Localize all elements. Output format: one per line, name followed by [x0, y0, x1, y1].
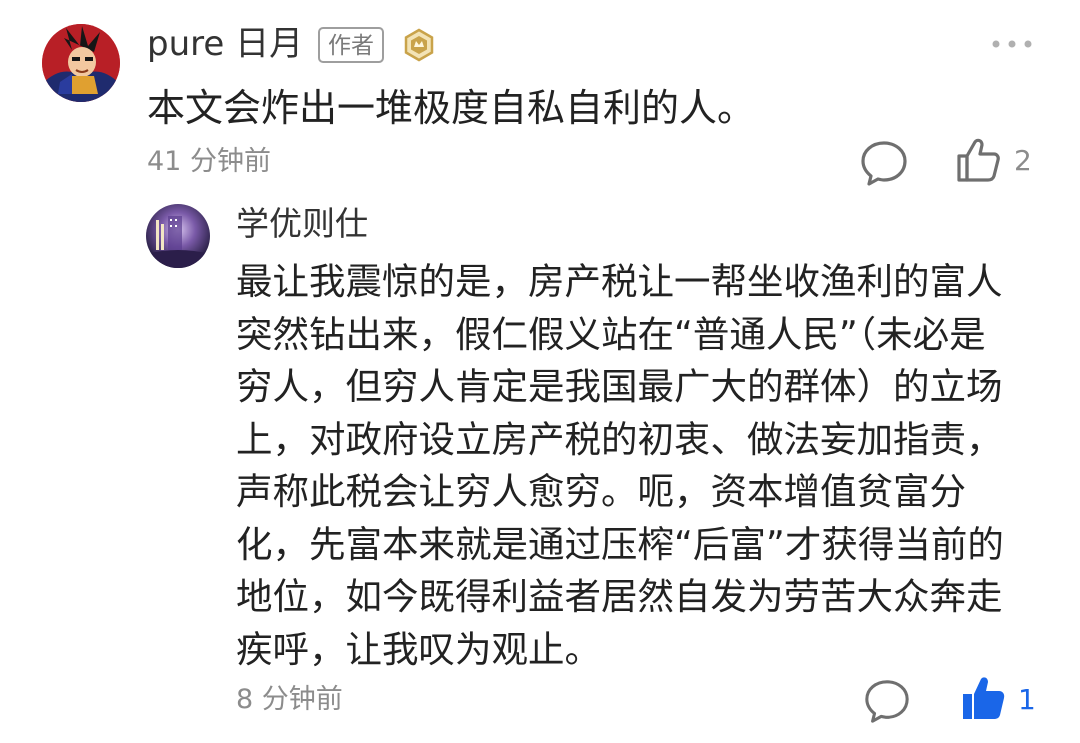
more-dots-icon[interactable] — [990, 36, 1034, 50]
comment-timestamp: 41 分钟前 — [147, 146, 271, 177]
thumbs-up-filled-icon[interactable] — [960, 674, 1006, 722]
reply-avatar[interactable] — [146, 204, 210, 268]
reply-text-line: 突然钻出来，假仁假义站在“普通人民”（未必是 — [236, 312, 986, 356]
comment-author-name[interactable]: pure 日月 — [147, 22, 303, 66]
reply-text: 最让我震惊的是，房产税让一帮坐收渔利的富人 突然钻出来，假仁假义站在“普通人民”… — [236, 256, 1036, 676]
avatar[interactable] — [42, 24, 120, 102]
reply-text-line: 化，先富本来就是通过压榨“后富”才获得当前的 — [236, 522, 1004, 566]
reply-text-line: 地位，如今既得利益者居然自发为劳苦大众奔走 — [236, 575, 1003, 618]
comment-thread: pure 日月 作者 本文会炸出一堆极度自私自利的人。 41 分钟前 2 学优则… — [0, 0, 1080, 743]
reply-timestamp: 8 分钟前 — [236, 684, 343, 715]
reply-text-line: 上，对政府设立房产税的初衷、做法妄加指责， — [236, 417, 1003, 461]
comment-bubble-icon[interactable] — [862, 677, 912, 725]
reply-author-name[interactable]: 学优则仕 — [236, 202, 368, 246]
comment-bubble-icon[interactable] — [858, 138, 910, 188]
like-count: 1 — [1018, 683, 1036, 716]
reply-text-line: 最让我震惊的是，房产税让一帮坐收渔利的富人 — [236, 260, 1003, 303]
level-badge-icon — [402, 28, 436, 62]
thumbs-up-outline-icon[interactable] — [955, 136, 1001, 184]
comment-text: 本文会炸出一堆极度自私自利的人。 — [147, 86, 756, 130]
reply-text-line: 疾呼，让我叹为观止。 — [236, 627, 601, 671]
reply-text-line: 穷人，但穷人肯定是我国最广大的群体）的立场 — [236, 365, 1003, 408]
author-badge: 作者 — [318, 27, 384, 63]
like-count: 2 — [1014, 144, 1032, 177]
reply-text-line: 声称此税会让穷人愈穷。呃，资本增值贫富分 — [236, 470, 966, 513]
